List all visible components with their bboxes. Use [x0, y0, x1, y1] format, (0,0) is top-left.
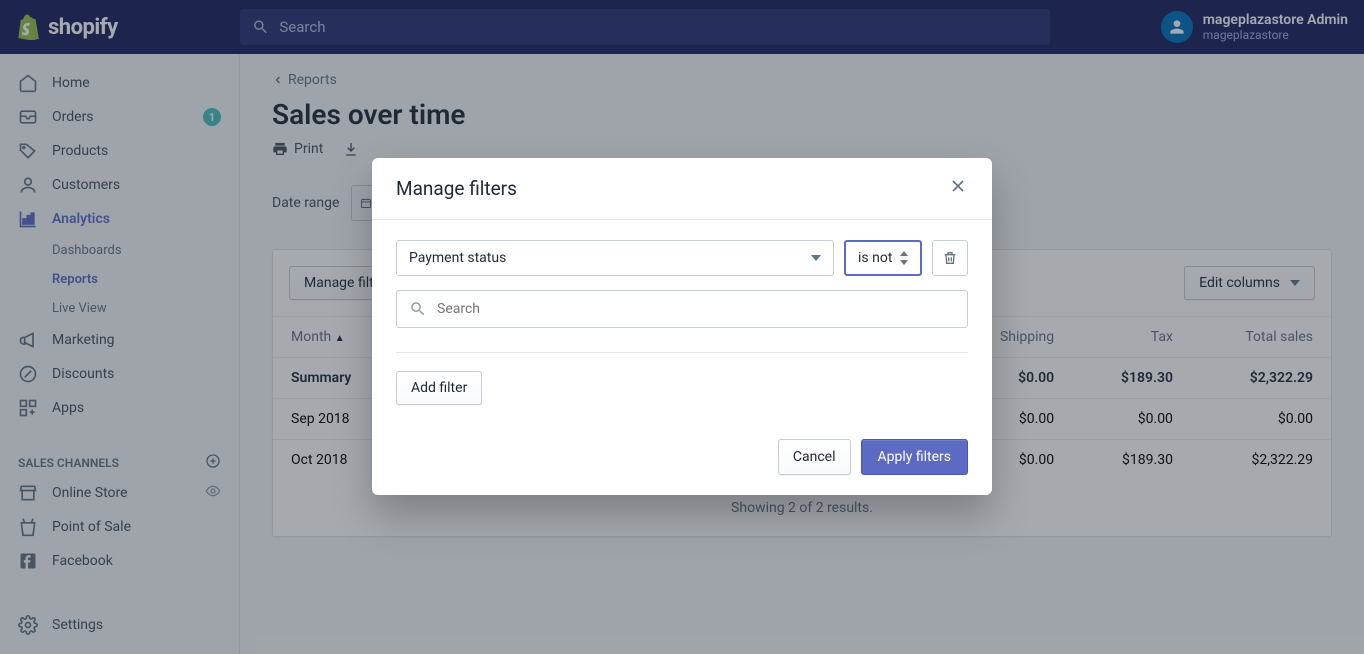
- manage-filters-modal: Manage filters Payment status is not: [372, 158, 992, 495]
- delete-filter-button[interactable]: [932, 240, 968, 276]
- filter-field-select[interactable]: Payment status: [396, 240, 834, 276]
- close-button[interactable]: [948, 176, 968, 201]
- apply-filters-button[interactable]: Apply filters: [861, 439, 969, 475]
- search-icon: [409, 300, 427, 318]
- filter-value-search[interactable]: [396, 290, 968, 328]
- filter-condition-select[interactable]: is not: [844, 240, 922, 276]
- trash-icon: [942, 250, 958, 266]
- add-filter-button[interactable]: Add filter: [396, 371, 482, 405]
- caret-down-icon: [811, 255, 821, 261]
- modal-overlay[interactable]: Manage filters Payment status is not: [0, 0, 1364, 654]
- filter-value-input[interactable]: [437, 301, 955, 317]
- sort-arrows-icon: [900, 251, 908, 265]
- close-icon: [948, 176, 968, 196]
- modal-title: Manage filters: [396, 177, 517, 200]
- cancel-button[interactable]: Cancel: [778, 439, 851, 475]
